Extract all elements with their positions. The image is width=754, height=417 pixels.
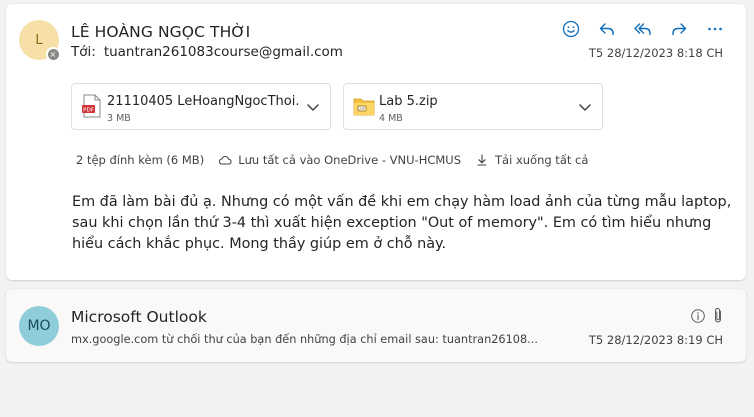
chevron-down-icon[interactable] — [304, 98, 322, 116]
reply-all-icon — [634, 23, 651, 36]
reply-icon — [599, 23, 614, 36]
attachment-name: Lab 5.zip — [379, 94, 438, 109]
save-to-onedrive-link[interactable]: Lưu tất cả vào OneDrive - VNU-HCMUS — [238, 153, 461, 167]
message-preview: mx.google.com từ chối thư của bạn đến nh… — [71, 333, 538, 346]
message-date: T5 28/12/2023 8:18 CH — [588, 46, 723, 60]
download-icon — [477, 154, 487, 166]
email-message-card: L × LÊ HOÀNG NGỌC THỜI Tới: tuantran26108… — [6, 4, 746, 280]
more-icon — [708, 27, 722, 31]
smiley-icon — [562, 20, 580, 38]
collapsed-email-card[interactable]: MO Microsoft Outlook mx.google.com từ ch… — [6, 289, 746, 362]
attachment-name: 21110405 LeHoangNgocThoi... — [107, 94, 299, 109]
avatar-initial: L — [35, 32, 43, 48]
reply-button[interactable] — [594, 18, 620, 40]
recipient-row: Tới: tuantran261083course@gmail.com — [71, 44, 343, 60]
react-button[interactable] — [558, 18, 584, 40]
attachment-bar: 2 tệp đính kèm (6 MB) Lưu tất cả vào One… — [76, 153, 588, 167]
to-label: Tới: — [71, 44, 96, 60]
attachment-size: 4 MB — [379, 113, 403, 124]
forward-icon — [672, 23, 687, 36]
avatar-initials: MO — [27, 318, 51, 334]
more-actions-button[interactable] — [702, 18, 728, 40]
pdf-file-icon: PDF — [82, 94, 101, 118]
paperclip-icon — [715, 307, 721, 323]
chevron-down-icon[interactable] — [576, 98, 594, 116]
attachment-count: 2 tệp đính kèm (6 MB) — [76, 153, 205, 167]
download-all-link[interactable]: Tải xuống tất cả — [495, 153, 588, 167]
zip-folder-icon: ZIP — [353, 98, 375, 116]
message-date: T5 28/12/2023 8:19 CH — [588, 333, 723, 347]
forward-button[interactable] — [666, 18, 692, 40]
reply-all-button[interactable] — [630, 18, 656, 40]
attachment-card-zip[interactable]: ZIP Lab 5.zip 4 MB — [343, 83, 603, 130]
sender-name[interactable]: LÊ HOÀNG NGỌC THỜI — [71, 23, 250, 41]
message-actions — [558, 18, 728, 40]
attachment-card-pdf[interactable]: PDF 21110405 LeHoangNgocThoi... 3 MB — [71, 83, 331, 130]
sender-name[interactable]: Microsoft Outlook — [71, 308, 207, 326]
svg-text:PDF: PDF — [83, 107, 94, 113]
cloud-icon — [219, 155, 232, 165]
presence-status-icon: × — [46, 47, 60, 61]
message-body: Em đã làm bài đủ ạ. Nhưng có một vấn đề … — [72, 194, 732, 252]
attachment-size: 3 MB — [107, 113, 131, 124]
recipient-address[interactable]: tuantran261083course@gmail.com — [104, 44, 343, 60]
info-icon — [691, 309, 705, 323]
sender-avatar[interactable]: MO — [19, 306, 59, 346]
svg-text:ZIP: ZIP — [359, 107, 366, 111]
